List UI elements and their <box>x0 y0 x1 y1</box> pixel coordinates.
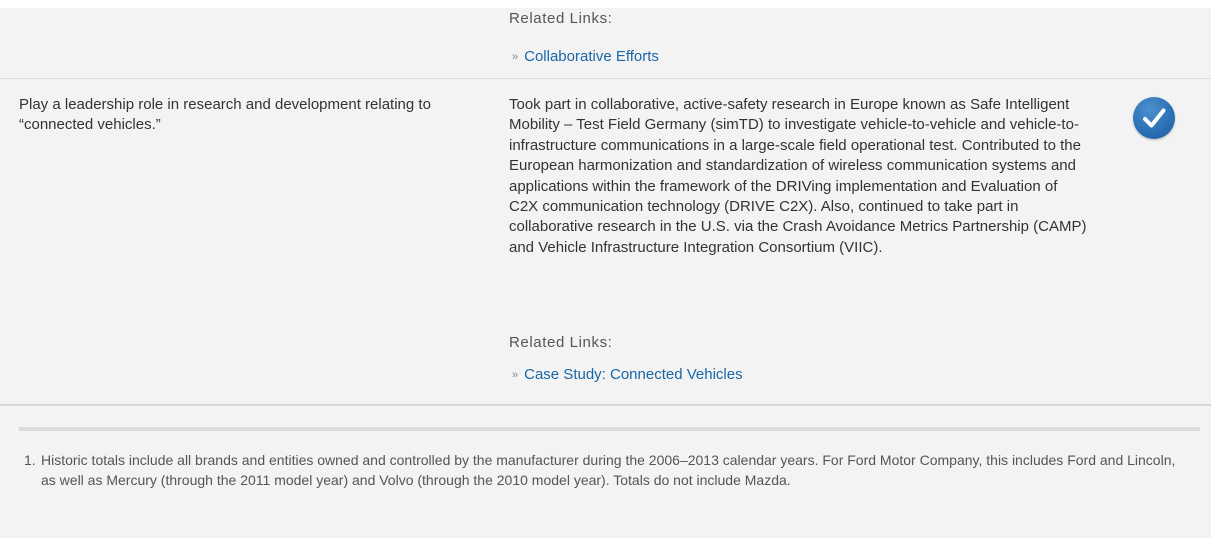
footnote-text: Historic totals include all brands and e… <box>41 452 1176 488</box>
commitments-table: Related Links: » Collaborative Efforts P… <box>0 8 1211 406</box>
related-link-text: Case Study: Connected Vehicles <box>524 366 743 383</box>
footnotes-divider <box>19 427 1200 431</box>
footnotes-section: 1. Historic totals include all brands an… <box>0 406 1211 538</box>
related-link-collaborative-efforts[interactable]: » Collaborative Efforts <box>512 48 659 65</box>
commitment-text: Play a leadership role in research and d… <box>19 96 431 133</box>
related-link-case-study-connected-vehicles[interactable]: » Case Study: Connected Vehicles <box>512 366 743 383</box>
table-row: Play a leadership role in research and d… <box>0 79 1211 406</box>
checkmark-icon <box>1143 108 1166 128</box>
progress-text: Took part in collaborative, active-safet… <box>509 96 1087 256</box>
related-links-label: Related Links: <box>509 10 613 27</box>
related-link-text: Collaborative Efforts <box>524 48 659 65</box>
double-chevron-right-icon: » <box>512 368 519 381</box>
footnote-item: 1. Historic totals include all brands an… <box>24 450 1194 490</box>
table-row: Related Links: » Collaborative Efforts <box>0 8 1211 79</box>
double-chevron-right-icon: » <box>512 50 519 63</box>
footnote-number: 1. <box>24 452 36 468</box>
checkmark-circle-icon <box>1133 97 1175 139</box>
related-links-label: Related Links: <box>509 334 613 351</box>
